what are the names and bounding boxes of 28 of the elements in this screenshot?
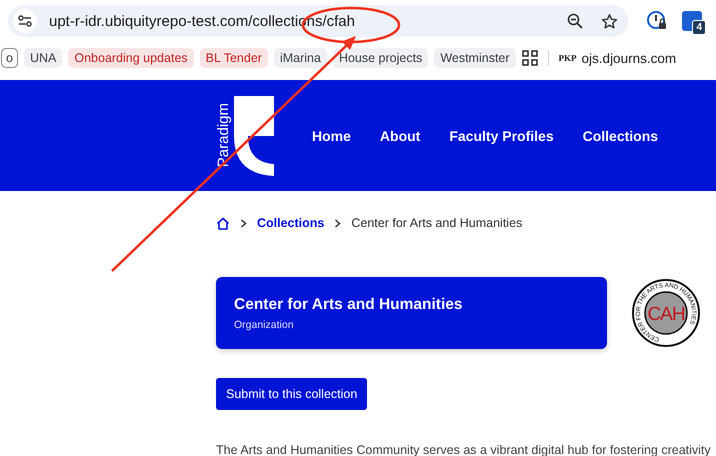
nav-link[interactable]: Faculty Profiles bbox=[449, 128, 554, 144]
extension-icon[interactable] bbox=[646, 10, 668, 32]
zoom-icon[interactable] bbox=[567, 13, 583, 29]
site-settings-icon[interactable] bbox=[13, 9, 37, 33]
bookmark-chip[interactable]: House projects bbox=[332, 48, 428, 68]
submit-button[interactable]: Submit to this collection bbox=[216, 378, 368, 410]
bookmark-chip[interactable]: Westminster bbox=[434, 48, 516, 68]
home-icon[interactable] bbox=[216, 216, 230, 230]
bookmark-chip[interactable]: BL Tender bbox=[200, 48, 268, 68]
tab-count-badge: 4 bbox=[692, 20, 706, 35]
logo-text: Paradigm bbox=[216, 103, 232, 168]
breadcrumb-current: Center for Arts and Humanities bbox=[351, 216, 522, 230]
nav-link[interactable]: Home bbox=[312, 128, 351, 144]
collection-type: Organization bbox=[234, 319, 295, 331]
nav-link[interactable]: About bbox=[380, 128, 420, 144]
bookmark-link[interactable]: PKP ojs.djourns.com bbox=[558, 50, 676, 66]
chevron-icon bbox=[334, 218, 342, 228]
collection-title: Center for Arts and Humanities bbox=[234, 296, 464, 314]
apps-grid-icon[interactable] bbox=[522, 50, 538, 66]
bookmark-chip[interactable]: UNA bbox=[24, 48, 62, 68]
bookmark-chip[interactable]: o bbox=[1, 48, 18, 68]
breadcrumb-link[interactable]: Collections bbox=[257, 216, 324, 230]
bookmark-chip[interactable]: iMarina bbox=[274, 48, 327, 68]
nav-link[interactable]: Collections bbox=[582, 128, 658, 144]
chevron-icon bbox=[240, 218, 247, 228]
logo-mark-icon bbox=[234, 96, 274, 176]
bookmark-chip[interactable]: Onboarding updates bbox=[68, 48, 194, 68]
star-icon[interactable] bbox=[601, 12, 618, 30]
